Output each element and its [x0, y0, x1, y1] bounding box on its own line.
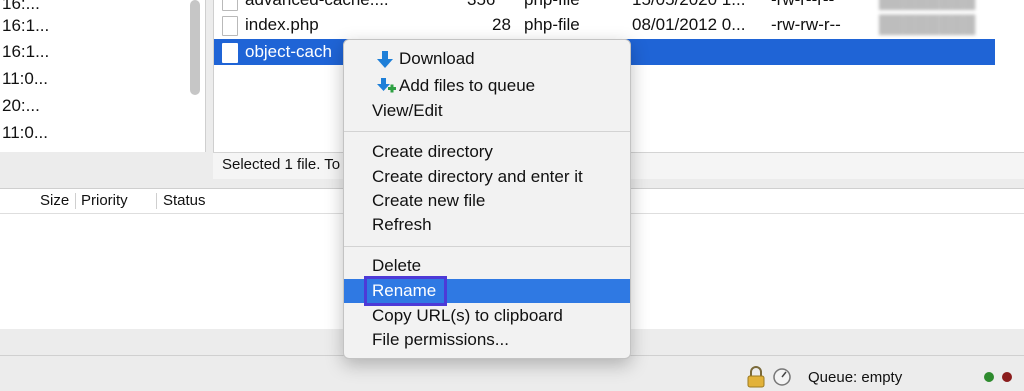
queue-status: Queue: empty — [808, 369, 903, 386]
menu-item-create-directory[interactable]: Create directory — [344, 140, 630, 164]
local-row-time: 11:0... — [2, 69, 48, 88]
menu-item-view-edit[interactable]: View/Edit — [344, 99, 630, 123]
rename-highlight-annotation — [364, 276, 447, 306]
transfer-led-green-icon — [984, 372, 994, 382]
local-row-time: 16:... — [2, 0, 40, 13]
file-name: index.php — [245, 15, 319, 34]
file-icon — [222, 0, 238, 11]
menu-item-copy-url[interactable]: Copy URL(s) to clipboard — [344, 304, 630, 328]
local-row-time: 20:... — [2, 96, 40, 115]
transfer-led-red-icon — [1002, 372, 1012, 382]
file-date: 08/01/2012 0... — [632, 15, 746, 34]
menu-item-delete[interactable]: Delete — [344, 254, 630, 278]
menu-separator — [344, 131, 630, 132]
column-size[interactable]: Size — [40, 192, 69, 209]
file-permissions: -rw-rw-r-- — [771, 15, 841, 34]
menu-separator — [344, 246, 630, 247]
bottom-status-bar: Queue: empty — [0, 355, 1024, 391]
column-priority[interactable]: Priority — [81, 192, 128, 209]
add-to-queue-icon — [377, 78, 396, 93]
file-owner-redacted: ████████ — [879, 15, 976, 34]
menu-item-create-file[interactable]: Create new file — [344, 189, 630, 213]
local-row-time: 16:1... — [2, 16, 50, 35]
file-name: object-cach — [245, 42, 332, 61]
menu-item-download[interactable]: Download — [344, 47, 630, 71]
file-icon — [222, 16, 238, 36]
menu-item-add-to-queue[interactable]: Add files to queue — [344, 74, 630, 98]
file-size: 28 — [492, 15, 511, 34]
file-row[interactable]: index.php 28 php-file 08/01/2012 0... -r… — [214, 12, 995, 38]
local-file-list[interactable]: 16:... 16:1... 16:1... 11:0... 20:... 11… — [0, 0, 206, 152]
file-type: php-file — [524, 15, 580, 34]
menu-item-create-directory-enter[interactable]: Create directory and enter it — [344, 165, 630, 189]
menu-item-refresh[interactable]: Refresh — [344, 213, 630, 237]
menu-item-file-permissions[interactable]: File permissions... — [344, 328, 630, 352]
local-scrollbar[interactable] — [190, 0, 200, 95]
lock-icon — [747, 366, 765, 388]
file-icon — [222, 43, 238, 63]
selection-status: Selected 1 file. To — [222, 156, 341, 173]
local-row-time: 11:0... — [2, 123, 48, 142]
context-menu: Download Add files to queue View/Edit Cr… — [343, 39, 631, 359]
download-arrow-icon — [377, 51, 393, 68]
speed-limit-icon[interactable] — [772, 367, 792, 387]
column-status[interactable]: Status — [163, 192, 206, 209]
local-row-time: 16:1... — [2, 42, 50, 61]
